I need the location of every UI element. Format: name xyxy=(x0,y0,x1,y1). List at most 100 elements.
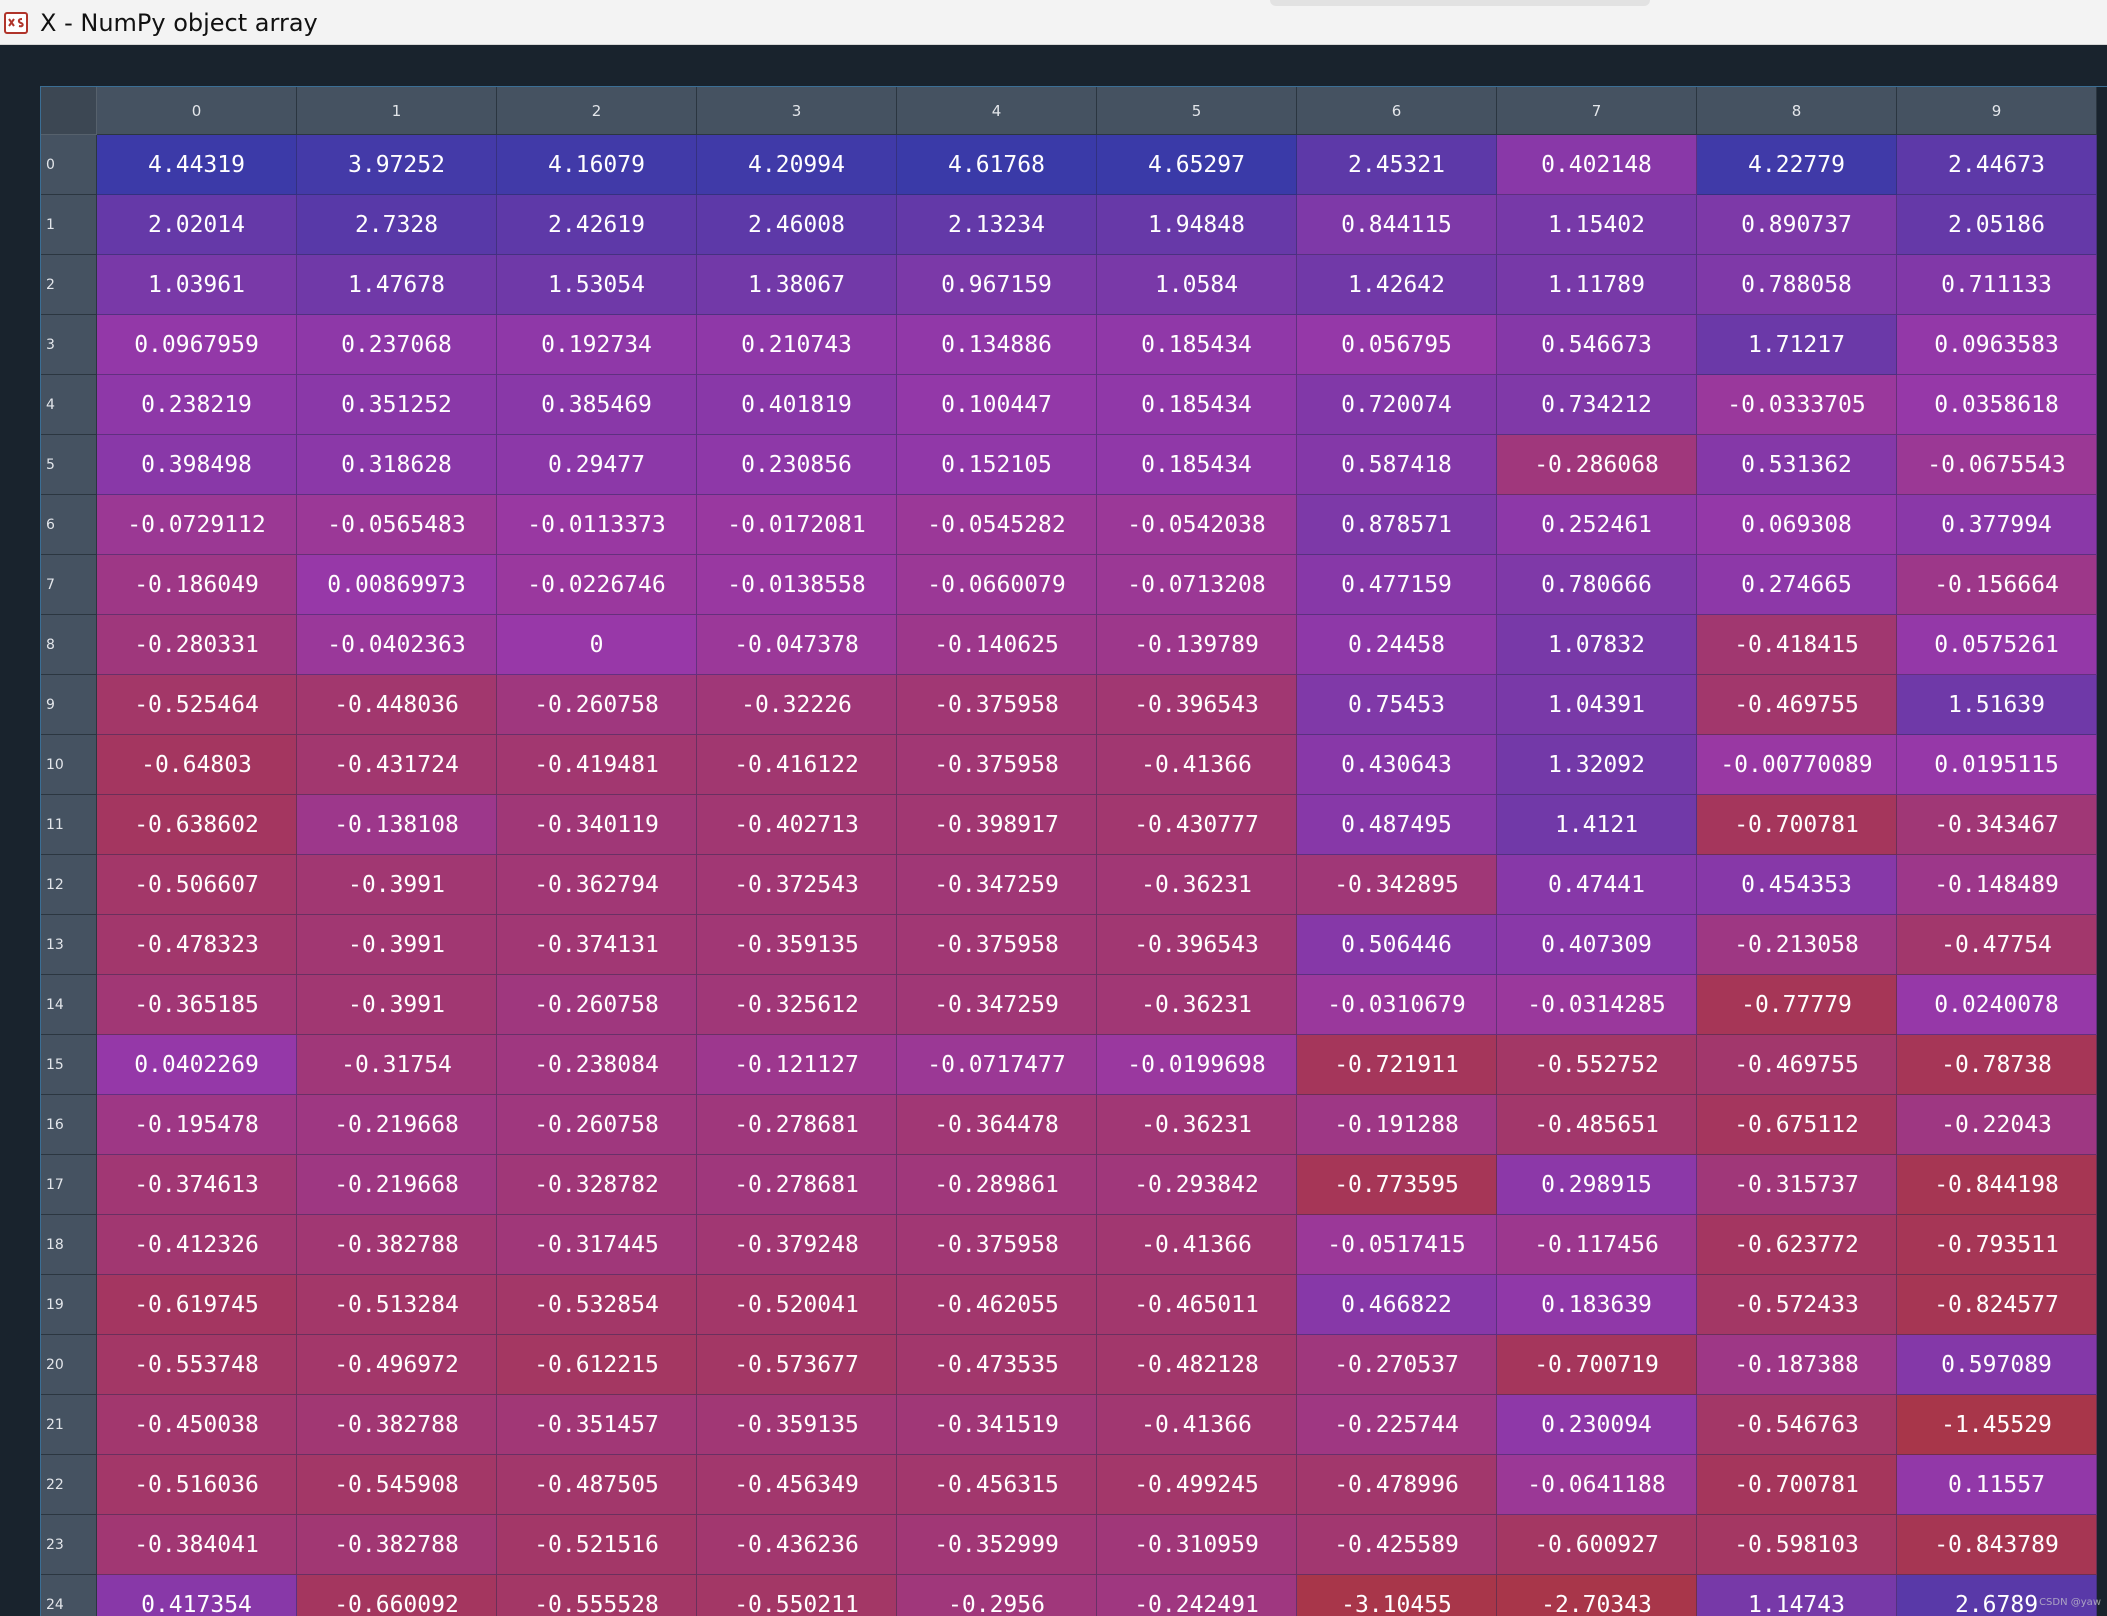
table-cell[interactable]: 0.454353 xyxy=(1697,855,1897,915)
table-cell[interactable]: -0.375958 xyxy=(897,1215,1097,1275)
table-cell[interactable]: 0.788058 xyxy=(1697,255,1897,315)
table-cell[interactable]: -0.0729112 xyxy=(97,495,297,555)
table-cell[interactable]: 0.238219 xyxy=(97,375,297,435)
table-cell[interactable]: 0.185434 xyxy=(1097,435,1297,495)
table-cell[interactable]: -0.499245 xyxy=(1097,1455,1297,1515)
table-cell[interactable]: -0.700781 xyxy=(1697,1455,1897,1515)
table-cell[interactable]: -0.675112 xyxy=(1697,1095,1897,1155)
table-cell[interactable]: -0.0641188 xyxy=(1497,1455,1697,1515)
table-cell[interactable]: 4.22779 xyxy=(1697,135,1897,195)
table-cell[interactable]: 0.0575261 xyxy=(1897,615,2097,675)
table-cell[interactable]: -0.416122 xyxy=(697,735,897,795)
table-cell[interactable]: 0.185434 xyxy=(1097,315,1297,375)
table-cell[interactable]: -0.473535 xyxy=(897,1335,1097,1395)
row-header[interactable]: 19 xyxy=(41,1275,97,1335)
table-cell[interactable]: -0.77779 xyxy=(1697,975,1897,1035)
table-cell[interactable]: -0.225744 xyxy=(1297,1395,1497,1455)
table-cell[interactable]: 0.377994 xyxy=(1897,495,2097,555)
table-cell[interactable]: -0.0565483 xyxy=(297,495,497,555)
table-cell[interactable]: 0.0402269 xyxy=(97,1035,297,1095)
table-cell[interactable]: -0.278681 xyxy=(697,1155,897,1215)
table-cell[interactable]: -0.450038 xyxy=(97,1395,297,1455)
row-header[interactable]: 23 xyxy=(41,1515,97,1575)
table-cell[interactable]: 0.477159 xyxy=(1297,555,1497,615)
table-cell[interactable]: -0.436236 xyxy=(697,1515,897,1575)
table-cell[interactable]: 0.587418 xyxy=(1297,435,1497,495)
column-header[interactable]: 3 xyxy=(697,87,897,135)
table-cell[interactable]: 0.185434 xyxy=(1097,375,1297,435)
table-cell[interactable]: -0.191288 xyxy=(1297,1095,1497,1155)
table-cell[interactable]: -0.117456 xyxy=(1497,1215,1697,1275)
table-cell[interactable]: 0.152105 xyxy=(897,435,1097,495)
table-cell[interactable]: -0.187388 xyxy=(1697,1335,1897,1395)
table-cell[interactable]: -0.315737 xyxy=(1697,1155,1897,1215)
table-cell[interactable]: 0.056795 xyxy=(1297,315,1497,375)
table-cell[interactable]: -0.382788 xyxy=(297,1395,497,1455)
table-cell[interactable]: -0.525464 xyxy=(97,675,297,735)
row-header[interactable]: 12 xyxy=(41,855,97,915)
row-header[interactable]: 0 xyxy=(41,135,97,195)
table-cell[interactable]: -0.485651 xyxy=(1497,1095,1697,1155)
table-cell[interactable]: -0.36231 xyxy=(1097,1095,1297,1155)
table-cell[interactable]: -0.0199698 xyxy=(1097,1035,1297,1095)
table-cell[interactable]: 0.230094 xyxy=(1497,1395,1697,1455)
table-cell[interactable]: -0.372543 xyxy=(697,855,897,915)
table-cell[interactable]: 4.44319 xyxy=(97,135,297,195)
table-cell[interactable]: -0.418415 xyxy=(1697,615,1897,675)
table-cell[interactable]: 0.00869973 xyxy=(297,555,497,615)
column-header[interactable]: 5 xyxy=(1097,87,1297,135)
table-cell[interactable]: -0.600927 xyxy=(1497,1515,1697,1575)
row-header[interactable]: 9 xyxy=(41,675,97,735)
row-header[interactable]: 4 xyxy=(41,375,97,435)
row-header[interactable]: 2 xyxy=(41,255,97,315)
table-cell[interactable]: -0.721911 xyxy=(1297,1035,1497,1095)
table-cell[interactable]: -0.0226746 xyxy=(497,555,697,615)
table-cell[interactable]: -3.10455 xyxy=(1297,1575,1497,1616)
table-cell[interactable]: 0.878571 xyxy=(1297,495,1497,555)
table-cell[interactable]: 0.466822 xyxy=(1297,1275,1497,1335)
table-cell[interactable]: -0.469755 xyxy=(1697,675,1897,735)
table-cell[interactable]: 1.47678 xyxy=(297,255,497,315)
table-cell[interactable]: 0.597089 xyxy=(1897,1335,2097,1395)
table-cell[interactable]: -0.520041 xyxy=(697,1275,897,1335)
table-cell[interactable]: 1.42642 xyxy=(1297,255,1497,315)
table-cell[interactable]: -0.623772 xyxy=(1697,1215,1897,1275)
table-cell[interactable]: -0.516036 xyxy=(97,1455,297,1515)
table-cell[interactable]: -0.0113373 xyxy=(497,495,697,555)
table-cell[interactable]: -0.555528 xyxy=(497,1575,697,1616)
table-cell[interactable]: 0.417354 xyxy=(97,1575,297,1616)
table-cell[interactable]: -0.317445 xyxy=(497,1215,697,1275)
table-cell[interactable]: 0.890737 xyxy=(1697,195,1897,255)
table-cell[interactable]: -0.347259 xyxy=(897,855,1097,915)
table-cell[interactable]: -0.419481 xyxy=(497,735,697,795)
table-cell[interactable]: 0.351252 xyxy=(297,375,497,435)
table-cell[interactable]: -0.0542038 xyxy=(1097,495,1297,555)
table-cell[interactable]: 0.844115 xyxy=(1297,195,1497,255)
table-cell[interactable]: 0.183639 xyxy=(1497,1275,1697,1335)
table-cell[interactable]: -0.396543 xyxy=(1097,915,1297,975)
table-cell[interactable]: -0.293842 xyxy=(1097,1155,1297,1215)
table-cell[interactable]: -0.545908 xyxy=(297,1455,497,1515)
table-cell[interactable]: 0.274665 xyxy=(1697,555,1897,615)
table-cell[interactable]: -0.242491 xyxy=(1097,1575,1297,1616)
table-cell[interactable]: 1.07832 xyxy=(1497,615,1697,675)
table-cell[interactable]: -0.398917 xyxy=(897,795,1097,855)
table-cell[interactable]: -0.41366 xyxy=(1097,1215,1297,1275)
table-cell[interactable]: -0.365185 xyxy=(97,975,297,1035)
table-cell[interactable]: -0.286068 xyxy=(1497,435,1697,495)
table-cell[interactable]: -0.843789 xyxy=(1897,1515,2097,1575)
table-cell[interactable]: -0.469755 xyxy=(1697,1035,1897,1095)
table-cell[interactable]: -0.121127 xyxy=(697,1035,897,1095)
table-cell[interactable]: 0.100447 xyxy=(897,375,1097,435)
table-cell[interactable]: -0.343467 xyxy=(1897,795,2097,855)
table-cell[interactable]: -0.278681 xyxy=(697,1095,897,1155)
table-cell[interactable]: 4.20994 xyxy=(697,135,897,195)
table-cell[interactable]: 0.210743 xyxy=(697,315,897,375)
row-header[interactable]: 5 xyxy=(41,435,97,495)
table-cell[interactable]: -0.619745 xyxy=(97,1275,297,1335)
table-cell[interactable]: -0.219668 xyxy=(297,1095,497,1155)
table-cell[interactable]: -0.0713208 xyxy=(1097,555,1297,615)
table-cell[interactable]: 0.734212 xyxy=(1497,375,1697,435)
table-cell[interactable]: -0.140625 xyxy=(897,615,1097,675)
array-table[interactable]: 0 1 2 3 4 5 6 7 8 9 0 4.44319 3.97252 4.16079 4.20994 4… xyxy=(41,87,2097,1616)
